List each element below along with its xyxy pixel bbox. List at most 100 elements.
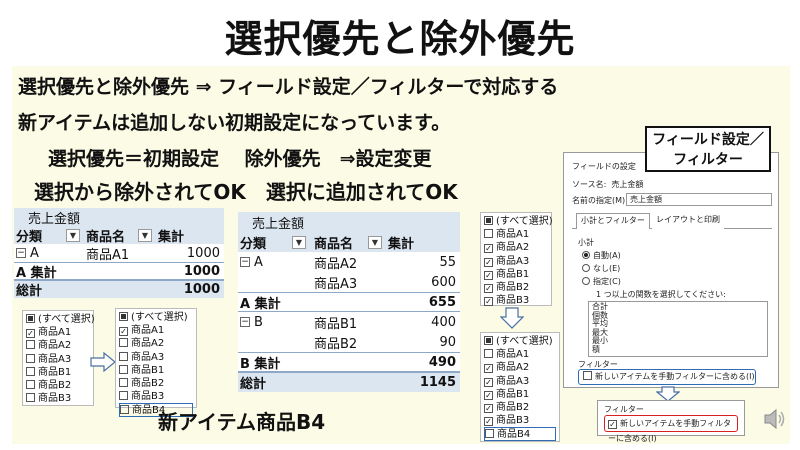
field-settings-dialog: フィールドの設定 ソース名: 売上金額 名前の指定(M): 売上金額 小計とフィ… (563, 152, 779, 388)
radio-custom[interactable]: 指定(C) (582, 276, 621, 287)
name-label: 名前の指定(M): (572, 196, 628, 205)
list-item[interactable]: 商品B3 (119, 390, 193, 403)
filter-section-label: フィルター (604, 405, 644, 414)
list-item[interactable]: 商品A2 (119, 337, 193, 350)
table-row: 商品B2 90 (314, 334, 456, 352)
list-item[interactable]: 商品B2 (26, 379, 90, 392)
list-item[interactable]: 商品B2 (119, 377, 193, 390)
arrow-right-icon (90, 352, 116, 372)
col-category: 分類 (240, 236, 267, 252)
list-item[interactable]: (すべて選択) (484, 335, 556, 348)
table-row: − B 商品B1 400 (240, 314, 456, 332)
list-item[interactable]: ✓ 商品A1 (119, 324, 193, 337)
pivot-table-1: 売上金額 分類 ▼ 商品名 ▼ 集計 − A 商品A1 1000 A 集計 100… (14, 208, 224, 299)
text-line-4: 選択から除外されてOK 選択に追加されてOK (34, 180, 458, 204)
tab-bar: 小計とフィルター レイアウトと印刷 (572, 213, 772, 229)
col-sum: 集計 (158, 229, 185, 245)
text-line-1: 選択優先と除外優先 ⇒ フィールド設定／フィルターで対応する (18, 76, 559, 98)
collapse-icon[interactable]: − (240, 257, 250, 267)
list-item[interactable]: ✓ 商品B3 (484, 414, 556, 427)
filter-list-1: (すべて選択) ✓ 商品A1 商品A2 商品A3 商品B1 商品B2 商品B3 (22, 310, 95, 406)
slide-title: 選択優先と除外優先 (224, 17, 576, 61)
collapse-icon[interactable]: − (240, 317, 250, 327)
pivot-measure: 売上金額 (252, 216, 305, 232)
list-item[interactable]: 商品A3 (119, 351, 193, 364)
col-category: 分類 (16, 229, 43, 245)
list-item[interactable]: ✓ 商品A1 (26, 326, 90, 339)
table-row: 商品A3 600 (314, 274, 456, 292)
filter-list-3: (すべて選択) 商品A1 ✓ 商品A2 ✓ 商品A3 ✓ 商品B1 ✓ 商品B2 ✓ 商品… (480, 212, 553, 307)
filter-option-zoom: フィルター ✓ 新しいアイテムを手動フィルターに含める(I) (597, 400, 745, 443)
text-line-3: 選択優先＝初期設定 除外優先 ⇒設定変更 (48, 148, 432, 170)
filter-icon: ▼ (368, 235, 382, 249)
text-line-2: 新アイテムは追加しない初期設定になっています。 (18, 112, 451, 134)
list-item[interactable]: (すべて選択) (26, 313, 95, 326)
arrow-down-icon (500, 307, 524, 329)
radio-none[interactable]: なし(E) (582, 263, 620, 274)
list-item[interactable]: ✓ 商品A3 (484, 375, 556, 388)
radio-auto[interactable]: 自動(A) (582, 250, 621, 261)
chevron-down-icon: ▼ (66, 228, 80, 242)
pivot-measure-row: 売上金額 (238, 212, 460, 232)
category-dropdown[interactable]: ▼ (66, 228, 80, 243)
list-item[interactable]: ✓ 商品A2 (484, 241, 548, 254)
filter-list-4: (すべて選択) 商品A1 ✓ 商品A2 ✓ 商品A3 ✓ 商品B1 ✓ 商品B2 ✓ 商品… (480, 332, 560, 442)
list-item[interactable]: ✓ 商品A2 (484, 361, 556, 374)
callout-box: フィールド設定／ フィルター (645, 126, 771, 172)
list-item[interactable]: 商品A3 (26, 353, 90, 366)
list-item[interactable]: ✓ 商品A3 (484, 255, 548, 268)
list-item[interactable]: 商品B1 (26, 366, 90, 379)
grand-total-row: 総計 1145 (238, 372, 460, 392)
list-item-new[interactable]: 商品B4 (484, 427, 556, 441)
subtotal-row: A 集計 1000 (14, 262, 224, 281)
category-dropdown[interactable]: ▼ (292, 235, 306, 250)
list-item[interactable]: ✓ 商品B3 (484, 294, 548, 307)
function-prompt: 1 つ以上の関数を選択してください: (596, 290, 726, 299)
subtotal-row: B 集計 490 (238, 352, 460, 372)
tab-subtotal-filter[interactable]: 小計とフィルター (576, 213, 650, 229)
chevron-down-icon: ▼ (292, 235, 306, 249)
col-product: 商品名 (86, 229, 126, 245)
product-filter-dropdown[interactable]: ▼ (368, 235, 382, 250)
product-filter-dropdown[interactable]: ▼ (138, 228, 152, 243)
list-item[interactable]: 平均 (592, 319, 764, 329)
pivot-header-row: 分類 ▼ 商品名 ▼ 集計 (14, 226, 224, 245)
filter-list-2: (すべて選択) ✓ 商品A1 商品A2 商品A3 商品B1 商品B2 商品B3 商… (115, 308, 197, 417)
col-product: 商品名 (314, 236, 354, 252)
list-item[interactable]: 商品B3 (26, 392, 90, 405)
filter-icon: ▼ (138, 228, 152, 242)
subtotal-label: 小計 (578, 238, 594, 247)
list-item[interactable]: 最小 (592, 336, 764, 346)
list-item[interactable]: 商品A1 (484, 228, 548, 241)
list-item[interactable]: ✓ 商品B1 (484, 388, 556, 401)
grand-total-row: 総計 1000 (14, 280, 224, 299)
list-item[interactable]: ✓ 商品B2 (484, 401, 556, 414)
pivot-measure: 売上金額 (28, 211, 81, 227)
list-item[interactable]: 積 (592, 345, 764, 355)
list-item[interactable]: 商品A2 (26, 339, 90, 352)
new-item-label: 新アイテム商品B4 (158, 410, 326, 434)
speaker-icon[interactable] (762, 406, 788, 432)
table-row: − A 商品A2 55 (240, 254, 456, 272)
function-list[interactable]: 合計 個数 平均 最大 最小 積 (588, 301, 768, 357)
list-item[interactable]: (すべて選択) (484, 215, 553, 228)
list-item[interactable]: 商品A1 (484, 348, 556, 361)
pivot-header-row: 分類 ▼ 商品名 ▼ 集計 (238, 232, 460, 252)
list-item[interactable]: 個数 (592, 311, 764, 321)
list-item[interactable]: 合計 (592, 302, 764, 312)
include-new-items-checkbox[interactable]: 新しいアイテムを手動フィルターに含める(I) (578, 369, 756, 385)
list-item[interactable]: ✓ 商品B1 (484, 268, 548, 281)
collapse-icon[interactable]: − (16, 248, 26, 258)
tab-layout-print[interactable]: レイアウトと印刷 (652, 213, 724, 229)
list-item[interactable]: 商品B1 (119, 364, 193, 377)
include-new-items-checkbox-checked[interactable]: ✓ 新しいアイテムを手動フィルターに含める(I) (604, 415, 738, 443)
list-item[interactable]: (すべて選択) (119, 311, 193, 324)
subtotal-row: A 集計 655 (238, 292, 460, 312)
col-sum: 集計 (388, 236, 415, 252)
dialog-title: フィールドの設定 (572, 162, 636, 171)
table-row: − A 商品A1 1000 (16, 245, 220, 263)
pivot-measure-row: 売上金額 (14, 208, 224, 227)
list-item[interactable]: ✓ 商品B2 (484, 281, 548, 294)
list-item[interactable]: 最大 (592, 328, 764, 338)
name-input[interactable]: 売上金額 (626, 193, 772, 206)
